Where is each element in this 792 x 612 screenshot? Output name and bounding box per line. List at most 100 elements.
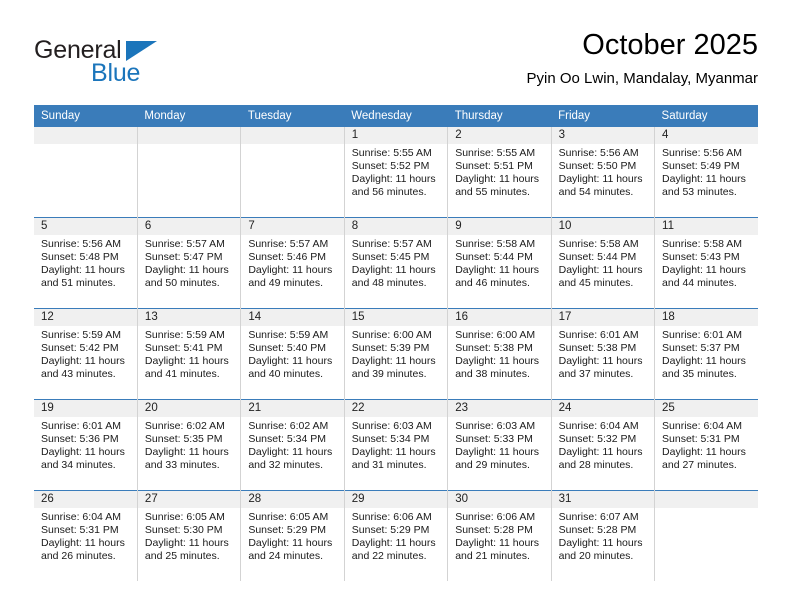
- day-sun-info: Sunrise: 5:56 AM Sunset: 5:48 PM Daylight:…: [34, 235, 137, 290]
- calendar-day-cell[interactable]: 31 Sunrise: 6:07 AM Sunset: 5:28 PM Dayligh…: [551, 490, 656, 581]
- day-sun-info: Sunrise: 6:04 AM Sunset: 5:32 PM Daylight:…: [552, 417, 654, 472]
- calendar-day-cell[interactable]: 24 Sunrise: 6:04 AM Sunset: 5:32 PM Dayligh…: [551, 399, 656, 491]
- calendar-day-cell[interactable]: 25 Sunrise: 6:04 AM Sunset: 5:31 PM Dayligh…: [654, 399, 758, 491]
- calendar-day-cell[interactable]: 14 Sunrise: 5:59 AM Sunset: 5:40 PM Dayligh…: [240, 308, 345, 400]
- calendar-day-cell[interactable]: 30 Sunrise: 6:06 AM Sunset: 5:28 PM Dayligh…: [447, 490, 552, 581]
- calendar-day-cell[interactable]: 8 Sunrise: 5:57 AM Sunset: 5:45 PM Daylight…: [344, 217, 449, 309]
- daylight-text: Daylight: 11 hours and 43 minutes.: [41, 355, 125, 381]
- sunrise-text: Sunrise: 6:05 AM: [248, 511, 329, 523]
- calendar-day-cell[interactable]: 27 Sunrise: 6:05 AM Sunset: 5:30 PM Dayligh…: [137, 490, 242, 581]
- day-cell-inner: 28 Sunrise: 6:05 AM Sunset: 5:29 PM Dayligh…: [241, 491, 344, 581]
- day-number: 16: [448, 309, 551, 326]
- sunset-text: Sunset: 5:45 PM: [351, 251, 430, 264]
- sunrise-text: Sunrise: 6:02 AM: [248, 420, 329, 432]
- day-cell-inner: 13 Sunrise: 5:59 AM Sunset: 5:41 PM Dayligh…: [137, 309, 241, 399]
- calendar-day-cell[interactable]: 4 Sunrise: 5:56 AM Sunset: 5:49 PM Daylight…: [654, 127, 758, 218]
- day-cell-inner: 19 Sunrise: 6:01 AM Sunset: 5:36 PM Dayligh…: [34, 400, 137, 490]
- calendar-day-cell[interactable]: 13 Sunrise: 5:59 AM Sunset: 5:41 PM Dayligh…: [137, 308, 242, 400]
- day-sun-info: Sunrise: 5:57 AM Sunset: 5:46 PM Daylight:…: [241, 235, 343, 290]
- sunrise-text: Sunrise: 5:56 AM: [558, 147, 639, 159]
- sunrise-text: Sunrise: 5:58 AM: [558, 238, 639, 250]
- daylight-text: Daylight: 11 hours and 55 minutes.: [455, 173, 540, 199]
- sunset-text: Sunset: 5:43 PM: [662, 251, 740, 264]
- day-sun-info: Sunrise: 5:56 AM Sunset: 5:50 PM Daylight:…: [552, 144, 654, 199]
- sunset-text: Sunset: 5:47 PM: [144, 251, 223, 264]
- sunrise-text: Sunrise: 5:56 AM: [41, 238, 121, 250]
- day-number: 5: [34, 218, 137, 235]
- sunset-text: Sunset: 5:28 PM: [455, 524, 533, 537]
- sunset-text: Sunset: 5:49 PM: [662, 160, 740, 173]
- general-blue-logo[interactable]: General Blue: [34, 32, 234, 88]
- calendar-day-cell[interactable]: 18 Sunrise: 6:01 AM Sunset: 5:37 PM Dayligh…: [654, 308, 758, 400]
- day-number: 21: [241, 400, 344, 417]
- sunset-text: Sunset: 5:52 PM: [351, 160, 430, 173]
- calendar-page: General Blue October 2025 Pyin Oo Lwin, …: [0, 0, 792, 612]
- daylight-text: Daylight: 11 hours and 45 minutes.: [558, 264, 643, 290]
- sunrise-text: Sunrise: 6:05 AM: [144, 511, 225, 523]
- calendar-day-cell[interactable]: 11 Sunrise: 5:58 AM Sunset: 5:43 PM Dayligh…: [654, 217, 758, 309]
- sunset-text: Sunset: 5:46 PM: [248, 251, 326, 264]
- calendar-day-cell[interactable]: 2 Sunrise: 5:55 AM Sunset: 5:51 PM Daylight…: [447, 127, 552, 218]
- sunrise-text: Sunrise: 5:59 AM: [144, 329, 225, 341]
- calendar-day-cell[interactable]: 28 Sunrise: 6:05 AM Sunset: 5:29 PM Dayligh…: [240, 490, 345, 581]
- calendar-day-cell[interactable]: 10 Sunrise: 5:58 AM Sunset: 5:44 PM Dayligh…: [551, 217, 656, 309]
- day-number: 10: [551, 218, 655, 235]
- daylight-text: Daylight: 11 hours and 53 minutes.: [662, 173, 746, 199]
- calendar-day-cell[interactable]: 17 Sunrise: 6:01 AM Sunset: 5:38 PM Dayligh…: [551, 308, 656, 400]
- calendar-day-cell[interactable]: 7 Sunrise: 5:57 AM Sunset: 5:46 PM Daylight…: [240, 217, 345, 309]
- calendar-day-cell[interactable]: 22 Sunrise: 6:03 AM Sunset: 5:34 PM Dayligh…: [344, 399, 449, 491]
- day-cell-inner: 22 Sunrise: 6:03 AM Sunset: 5:34 PM Dayligh…: [344, 400, 448, 490]
- sunset-text: Sunset: 5:30 PM: [144, 524, 223, 537]
- day-number: 25: [655, 400, 758, 417]
- day-cell-inner: 27 Sunrise: 6:05 AM Sunset: 5:30 PM Dayligh…: [137, 491, 241, 581]
- calendar-day-cell[interactable]: 16 Sunrise: 6:00 AM Sunset: 5:38 PM Dayligh…: [447, 308, 552, 400]
- day-sun-info: Sunrise: 6:00 AM Sunset: 5:39 PM Daylight:…: [345, 326, 447, 381]
- calendar-day-cell[interactable]: 23 Sunrise: 6:03 AM Sunset: 5:33 PM Dayligh…: [447, 399, 552, 491]
- day-sun-info: Sunrise: 5:58 AM Sunset: 5:44 PM Daylight:…: [448, 235, 550, 290]
- sunrise-text: Sunrise: 6:04 AM: [558, 420, 639, 432]
- calendar-day-cell[interactable]: 5 Sunrise: 5:56 AM Sunset: 5:48 PM Daylight…: [34, 217, 138, 309]
- sunrise-text: Sunrise: 6:00 AM: [455, 329, 536, 341]
- sunset-text: Sunset: 5:38 PM: [558, 342, 637, 355]
- weekday-header-saturday: Saturday: [654, 105, 758, 127]
- day-cell-inner: [34, 127, 137, 217]
- calendar-cell-empty: [654, 490, 758, 581]
- daylight-text: Daylight: 11 hours and 21 minutes.: [455, 537, 540, 563]
- calendar-table: Sunday Monday Tuesday Wednesday Thursday Frid…: [34, 105, 758, 581]
- daylight-text: Daylight: 11 hours and 49 minutes.: [248, 264, 333, 290]
- calendar-day-cell[interactable]: 20 Sunrise: 6:02 AM Sunset: 5:35 PM Dayligh…: [137, 399, 242, 491]
- day-sun-info: Sunrise: 5:57 AM Sunset: 5:45 PM Daylight:…: [345, 235, 447, 290]
- daylight-text: Daylight: 11 hours and 25 minutes.: [144, 537, 229, 563]
- sunrise-text: Sunrise: 5:58 AM: [455, 238, 536, 250]
- calendar-day-cell[interactable]: 26 Sunrise: 6:04 AM Sunset: 5:31 PM Dayligh…: [34, 490, 138, 581]
- daylight-text: Daylight: 11 hours and 39 minutes.: [351, 355, 436, 381]
- daylight-text: Daylight: 11 hours and 48 minutes.: [351, 264, 436, 290]
- daylight-text: Daylight: 11 hours and 28 minutes.: [558, 446, 643, 472]
- calendar-day-cell[interactable]: 15 Sunrise: 6:00 AM Sunset: 5:39 PM Dayligh…: [344, 308, 449, 400]
- sunrise-text: Sunrise: 5:57 AM: [351, 238, 432, 250]
- weekday-header-wednesday: Wednesday: [344, 105, 448, 127]
- day-cell-inner: 8 Sunrise: 5:57 AM Sunset: 5:45 PM Daylight…: [344, 218, 448, 308]
- day-cell-inner: 1 Sunrise: 5:55 AM Sunset: 5:52 PM Daylight…: [344, 127, 448, 217]
- calendar-day-cell[interactable]: 12 Sunrise: 5:59 AM Sunset: 5:42 PM Dayligh…: [34, 308, 138, 400]
- day-number: 7: [241, 218, 344, 235]
- calendar-day-cell[interactable]: 1 Sunrise: 5:55 AM Sunset: 5:52 PM Daylight…: [344, 127, 449, 218]
- calendar-day-cell[interactable]: 29 Sunrise: 6:06 AM Sunset: 5:29 PM Dayligh…: [344, 490, 449, 581]
- sunset-text: Sunset: 5:31 PM: [662, 433, 740, 446]
- daylight-text: Daylight: 11 hours and 34 minutes.: [41, 446, 125, 472]
- calendar-day-cell[interactable]: 9 Sunrise: 5:58 AM Sunset: 5:44 PM Daylight…: [447, 217, 552, 309]
- calendar-day-cell[interactable]: 19 Sunrise: 6:01 AM Sunset: 5:36 PM Dayligh…: [34, 399, 138, 491]
- sunset-text: Sunset: 5:39 PM: [351, 342, 430, 355]
- day-cell-inner: 18 Sunrise: 6:01 AM Sunset: 5:37 PM Dayligh…: [655, 309, 758, 399]
- daylight-text: Daylight: 11 hours and 22 minutes.: [351, 537, 436, 563]
- calendar-day-cell[interactable]: 21 Sunrise: 6:02 AM Sunset: 5:34 PM Dayligh…: [240, 399, 345, 491]
- daylight-text: Daylight: 11 hours and 38 minutes.: [455, 355, 540, 381]
- calendar-day-cell[interactable]: 3 Sunrise: 5:56 AM Sunset: 5:50 PM Daylight…: [551, 127, 656, 218]
- calendar-day-cell[interactable]: 6 Sunrise: 5:57 AM Sunset: 5:47 PM Daylight…: [137, 217, 242, 309]
- calendar-cell-empty: [240, 127, 345, 218]
- day-cell-inner: [137, 127, 241, 217]
- day-number: 27: [137, 491, 241, 508]
- day-number: 8: [344, 218, 448, 235]
- day-number: 2: [448, 127, 551, 144]
- day-sun-info: Sunrise: 6:06 AM Sunset: 5:28 PM Daylight:…: [448, 508, 550, 563]
